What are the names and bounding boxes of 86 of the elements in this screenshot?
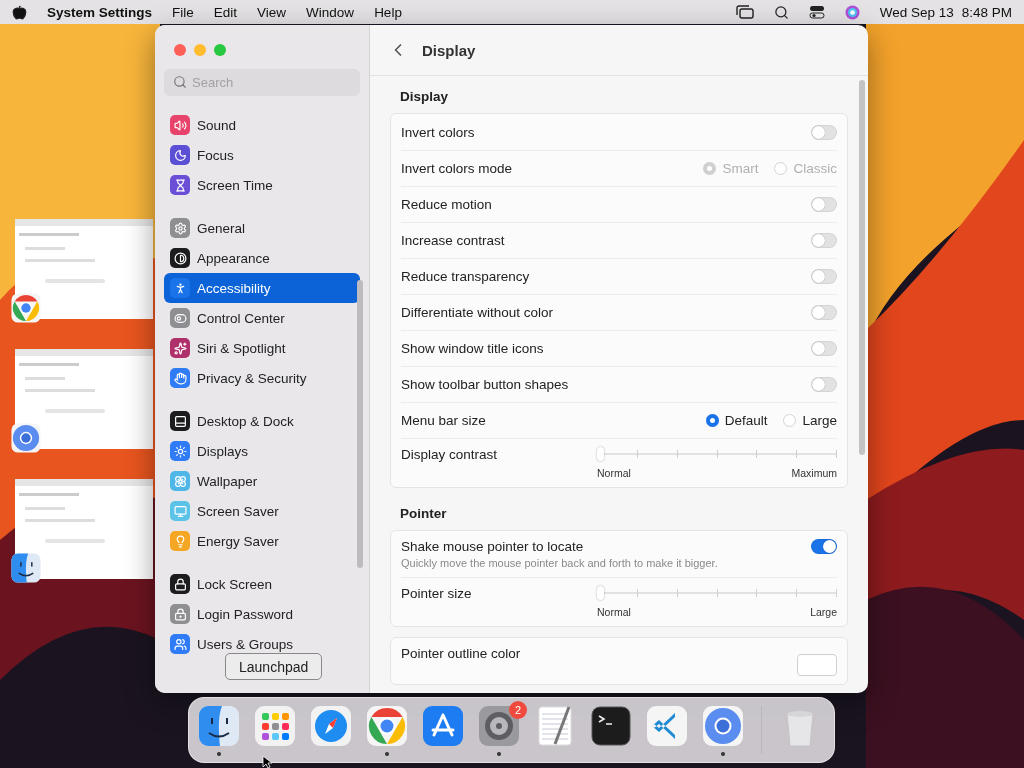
sidebar-item[interactable]: Accessibility bbox=[164, 273, 360, 303]
toggle-switch[interactable] bbox=[811, 269, 837, 284]
chromium-icon[interactable] bbox=[10, 422, 42, 454]
sidebar-item[interactable]: Lock Screen bbox=[164, 569, 360, 599]
sidebar-item[interactable]: General bbox=[164, 213, 360, 243]
menu-item[interactable]: View bbox=[257, 4, 287, 20]
sidebar-item[interactable]: Siri & Spotlight bbox=[164, 333, 360, 363]
sidebar-item[interactable]: Displays bbox=[164, 436, 360, 466]
app-grid-icon[interactable] bbox=[253, 704, 297, 748]
sidebar-item[interactable]: Control Center bbox=[164, 303, 360, 333]
search-field[interactable]: Search bbox=[164, 69, 360, 96]
toggle-switch[interactable] bbox=[811, 305, 837, 320]
toggle-switch[interactable] bbox=[811, 233, 837, 248]
slider-max-label: Large bbox=[810, 606, 837, 618]
close-button[interactable] bbox=[174, 44, 186, 56]
setting-label: Invert colors bbox=[401, 124, 475, 140]
window-thumbnail[interactable] bbox=[15, 349, 153, 449]
scrollbar[interactable] bbox=[859, 80, 865, 455]
setting-label: Increase contrast bbox=[401, 233, 505, 248]
chrome-icon[interactable] bbox=[365, 704, 409, 748]
menu-app-name[interactable]: System Settings bbox=[47, 4, 153, 20]
code-editor-icon[interactable] bbox=[645, 704, 689, 748]
color-swatch[interactable] bbox=[797, 654, 837, 676]
menu-date[interactable]: Wed Sep 13 bbox=[879, 4, 954, 20]
terminal-icon[interactable] bbox=[589, 704, 633, 748]
setting-label: Pointer outline color bbox=[401, 646, 521, 661]
sidebar-item[interactable]: Energy Saver bbox=[164, 526, 360, 556]
menu-item[interactable]: File bbox=[172, 4, 194, 20]
tooltip: Launchpad bbox=[225, 653, 323, 680]
setting-label: Show window title icons bbox=[401, 341, 544, 356]
toggle-switch[interactable] bbox=[811, 377, 837, 392]
setting-label: Pointer size bbox=[401, 586, 472, 601]
setting-label: Menu bar size bbox=[401, 413, 486, 428]
menu-item[interactable]: Edit bbox=[213, 4, 238, 20]
toggle-switch[interactable] bbox=[811, 124, 837, 140]
setting-label: Reduce transparency bbox=[401, 269, 530, 284]
toggle-switch[interactable] bbox=[811, 197, 837, 212]
setting-description: Quickly move the mouse pointer back and forth to make it bigger. bbox=[401, 557, 718, 569]
compass-icon[interactable] bbox=[309, 704, 353, 748]
radio-option[interactable]: Large bbox=[783, 413, 837, 428]
setting-label: Show toolbar button shapes bbox=[401, 377, 569, 392]
gear-icon[interactable] bbox=[477, 704, 521, 748]
control-center-icon[interactable] bbox=[808, 5, 825, 19]
scrollbar[interactable] bbox=[357, 280, 363, 568]
menu-item[interactable]: Window bbox=[306, 4, 355, 20]
setting-label: Display contrast bbox=[401, 447, 498, 462]
sidebar-item[interactable]: Screen Time bbox=[164, 170, 360, 200]
sidebar-item[interactable]: Wallpaper bbox=[164, 466, 360, 496]
sidebar-item[interactable]: Desktop & Dock bbox=[164, 406, 360, 436]
section-heading: Pointer bbox=[399, 505, 448, 523]
apple-menu-icon[interactable] bbox=[12, 4, 27, 20]
section-heading: Display bbox=[399, 88, 450, 106]
window-title: Display bbox=[422, 41, 476, 59]
zoom-button[interactable] bbox=[214, 44, 226, 56]
finder-icon[interactable] bbox=[10, 552, 42, 584]
radio-option[interactable]: Default bbox=[705, 413, 768, 428]
setting-label: Reduce motion bbox=[401, 197, 492, 212]
window-thumbnail[interactable] bbox=[15, 479, 153, 579]
siri-icon[interactable] bbox=[844, 4, 860, 20]
sidebar-item[interactable]: Privacy & Security bbox=[164, 363, 360, 393]
slider-max-label: Maximum bbox=[791, 467, 837, 479]
sidebar-item[interactable]: Login Password bbox=[164, 599, 360, 629]
slider-thumb[interactable] bbox=[597, 447, 604, 461]
menu-item[interactable]: Help bbox=[374, 4, 402, 20]
notification-badge: 2 bbox=[509, 701, 527, 719]
search-icon bbox=[173, 75, 187, 89]
stage-manager-icon[interactable] bbox=[735, 5, 754, 19]
slider-thumb[interactable] bbox=[597, 586, 604, 600]
menu-time[interactable]: 8:48 PM bbox=[961, 4, 1012, 20]
window-thumbnail[interactable] bbox=[15, 219, 153, 319]
setting-label: Shake mouse pointer to locate bbox=[401, 539, 585, 554]
toggle-switch[interactable] bbox=[811, 341, 837, 356]
slider-min-label: Normal bbox=[597, 606, 631, 618]
sidebar-item[interactable]: Screen Saver bbox=[164, 496, 360, 526]
search-icon[interactable] bbox=[773, 4, 789, 20]
sidebar-item[interactable]: Appearance bbox=[164, 243, 360, 273]
chrome-icon[interactable] bbox=[10, 292, 42, 324]
slider-min-label: Normal bbox=[597, 467, 631, 479]
app-store-icon[interactable] bbox=[421, 704, 465, 748]
setting-label: Invert colors mode bbox=[401, 161, 513, 176]
toggle-switch[interactable] bbox=[811, 539, 837, 554]
sidebar-item[interactable]: Sound bbox=[164, 110, 360, 140]
setting-label: Differentiate without color bbox=[401, 305, 554, 320]
chromium-icon[interactable] bbox=[701, 704, 745, 748]
finder-icon[interactable] bbox=[197, 704, 241, 748]
sidebar-item[interactable]: Focus bbox=[164, 140, 360, 170]
